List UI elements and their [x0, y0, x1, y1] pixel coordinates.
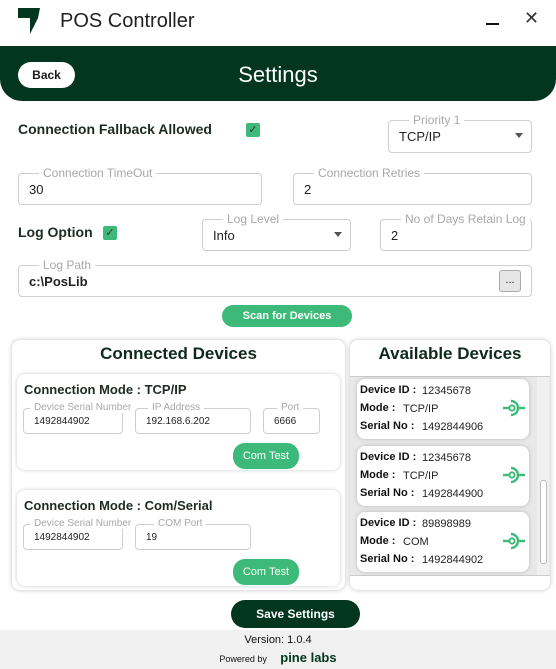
device-field-label: Device ID :: [360, 384, 417, 396]
device-field-value: 89898989: [422, 518, 471, 530]
browse-button[interactable]: ...: [499, 270, 521, 292]
device-field-label: Mode :: [360, 469, 396, 481]
timeout-value: 30: [29, 182, 44, 197]
available-device-card[interactable]: Device ID : 12345678 Mode : TCP/IP Serial No…: [357, 446, 529, 506]
serial-number-field[interactable]: Device Serial Number 1492844902: [23, 518, 136, 550]
retain-days-input[interactable]: No of Days Retain Log 2: [380, 212, 532, 251]
com-port-value: 19: [146, 532, 158, 543]
port-field[interactable]: Port 6666: [263, 402, 320, 434]
log-path-value: c:\PosLib: [29, 274, 88, 289]
serial-legend: Device Serial Number: [30, 402, 136, 413]
pine-labs-logo: pine labs: [280, 650, 337, 665]
port-value: 6666: [274, 416, 297, 427]
retries-input[interactable]: Connection Retries 2: [293, 166, 532, 205]
retain-days-value: 2: [391, 228, 399, 243]
serial-value: 1492844902: [34, 416, 90, 427]
log-level-value: Info: [213, 228, 235, 243]
fallback-label: Connection Fallback Allowed: [18, 121, 212, 137]
available-devices-title: Available Devices: [378, 344, 522, 363]
chevron-down-icon: [515, 133, 523, 138]
device-field-value: 1492844906: [422, 421, 484, 433]
connection-mode-label: Connection Mode : Com/Serial: [24, 498, 213, 513]
device-field-label: Serial No :: [360, 420, 415, 432]
log-path-input[interactable]: Log Path c:\PosLib ...: [18, 258, 532, 297]
device-field-value: 12345678: [422, 452, 471, 464]
page-title: Settings: [238, 62, 318, 87]
connect-icon[interactable]: [503, 532, 525, 550]
priority-value: TCP/IP: [399, 129, 441, 144]
window-title: POS Controller: [60, 10, 195, 32]
version-label: Version:: [244, 634, 285, 646]
available-device-card[interactable]: Device ID : 89898989 Mode : COM Serial No : 1…: [357, 512, 529, 572]
priority-legend: Priority 1: [409, 113, 465, 127]
com-port-legend: COM Port: [154, 518, 207, 529]
retain-days-legend: No of Days Retain Log: [401, 212, 530, 226]
ip-legend: IP Address: [148, 402, 205, 413]
timeout-legend: Connection TimeOut: [39, 166, 157, 180]
device-field-label: Device ID :: [360, 451, 417, 463]
timeout-input[interactable]: Connection TimeOut 30: [18, 166, 262, 205]
device-field-value: COM: [403, 536, 429, 548]
com-test-button[interactable]: Com Test: [233, 443, 299, 469]
device-field-value: 1492844900: [422, 488, 484, 500]
device-field-label: Mode :: [360, 535, 396, 547]
scan-devices-button[interactable]: Scan for Devices: [222, 305, 352, 327]
connected-devices-title: Connected Devices: [100, 344, 257, 363]
priority-dropdown[interactable]: Priority 1 TCP/IP: [388, 113, 532, 153]
retries-legend: Connection Retries: [314, 166, 425, 180]
device-field-value: 1492844902: [422, 554, 484, 566]
connect-icon[interactable]: [503, 399, 525, 417]
close-icon[interactable]: ✕: [524, 8, 539, 29]
connection-mode-label: Connection Mode : TCP/IP: [24, 382, 187, 397]
connect-icon[interactable]: [503, 466, 525, 484]
chevron-down-icon: [334, 232, 342, 237]
available-device-card[interactable]: Device ID : 12345678 Mode : TCP/IP Serial No…: [357, 379, 529, 439]
scrollbar[interactable]: [537, 377, 549, 575]
connected-device-card: Connection Mode : TCP/IP Device Serial N…: [17, 374, 340, 470]
log-path-legend: Log Path: [39, 258, 96, 272]
serial-legend: Device Serial Number: [30, 518, 136, 529]
save-settings-button[interactable]: Save Settings: [231, 600, 360, 628]
back-button[interactable]: Back: [18, 62, 75, 88]
ip-value: 192.168.6.202: [146, 416, 210, 427]
device-field-value: TCP/IP: [403, 470, 439, 482]
scrollbar-thumb[interactable]: [540, 480, 547, 564]
device-field-label: Device ID :: [360, 517, 417, 529]
serial-number-field[interactable]: Device Serial Number 1492844902: [23, 402, 136, 434]
log-option-checkbox[interactable]: ✓: [103, 226, 117, 240]
log-level-dropdown[interactable]: Log Level Info: [202, 212, 351, 251]
connected-device-card: Connection Mode : Com/Serial Device Seri…: [17, 490, 340, 586]
log-option-label: Log Option: [18, 224, 93, 240]
powered-by-label: Powered by: [219, 654, 267, 664]
device-field-label: Serial No :: [360, 553, 415, 565]
device-field-label: Mode :: [360, 402, 396, 414]
version-value: 1.0.4: [287, 634, 312, 646]
app-logo-icon: [18, 8, 40, 34]
retries-value: 2: [304, 182, 312, 197]
fallback-checkbox[interactable]: ✓: [246, 123, 260, 137]
port-legend: Port: [277, 402, 304, 413]
minimize-icon[interactable]: [486, 23, 499, 25]
com-test-button[interactable]: Com Test: [233, 559, 299, 585]
device-field-value: 12345678: [422, 385, 471, 397]
connected-devices-panel: Connected Devices Connection Mode : TCP/…: [12, 340, 345, 590]
device-field-label: Serial No :: [360, 487, 415, 499]
log-level-legend: Log Level: [223, 212, 284, 226]
ip-address-field[interactable]: IP Address 192.168.6.202: [135, 402, 251, 434]
footer: Version: 1.0.4 Powered by pine labs: [0, 630, 556, 669]
com-port-field[interactable]: COM Port 19: [135, 518, 251, 550]
device-field-value: TCP/IP: [403, 403, 439, 415]
serial-value: 1492844902: [34, 532, 90, 543]
